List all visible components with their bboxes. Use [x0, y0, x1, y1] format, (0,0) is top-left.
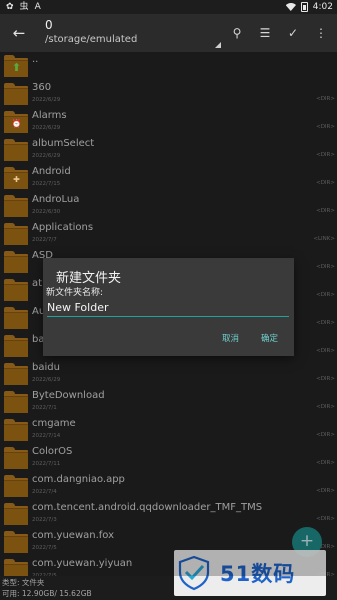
more-vert-icon: ⋮	[315, 26, 327, 40]
page-title: 0	[45, 18, 53, 32]
status-left-icons: ✿ 虫 A	[6, 1, 41, 13]
bug-icon: 虫	[19, 2, 29, 12]
status-right-icons: 4:02	[286, 1, 333, 13]
notification-icon: ✿	[6, 2, 14, 12]
android-emblem-icon: ✚	[13, 175, 20, 184]
storage-free: 可用: 12.90GB/ 15.62GB	[2, 589, 92, 598]
battery-icon	[300, 2, 308, 12]
select-button[interactable]: ✓	[283, 23, 303, 43]
cancel-button[interactable]: 取消	[222, 332, 239, 344]
folder-name-input[interactable]	[47, 299, 289, 317]
status-time: 4:02	[312, 2, 333, 12]
back-button[interactable]: ←	[8, 22, 30, 44]
a-icon: A	[34, 2, 41, 12]
list-icon: ☰	[259, 26, 271, 40]
selected-type: 类型: 文件夹	[2, 578, 45, 587]
back-arrow-icon: ←	[12, 24, 26, 42]
ok-button[interactable]: 确定	[261, 332, 278, 344]
list-view-button[interactable]: ☰	[255, 23, 275, 43]
current-path[interactable]: /storage/emulated	[45, 34, 137, 45]
search-button[interactable]: ⚲	[227, 23, 247, 43]
up-emblem-icon: ⬆	[11, 61, 22, 74]
alarm-emblem-icon: ⏰	[11, 119, 22, 128]
folder-name-label: 新文件夹名称:	[46, 288, 104, 298]
search-icon: ⚲	[232, 26, 242, 40]
status-bar: ✿ 虫 A 4:02	[0, 0, 337, 14]
wifi-icon	[286, 3, 296, 11]
toolbar: ← 0 /storage/emulated ⚲ ☰ ✓ ⋮	[0, 14, 337, 52]
new-folder-dialog: 新建文件夹 新文件夹名称: 取消 确定	[43, 258, 294, 356]
more-button[interactable]: ⋮	[311, 23, 331, 43]
path-dropdown-icon[interactable]	[215, 42, 221, 48]
dialog-title: 新建文件夹	[56, 271, 122, 286]
toolbar-actions: ⚲ ☰ ✓ ⋮	[227, 23, 331, 43]
checkmark-icon: ✓	[287, 26, 299, 40]
